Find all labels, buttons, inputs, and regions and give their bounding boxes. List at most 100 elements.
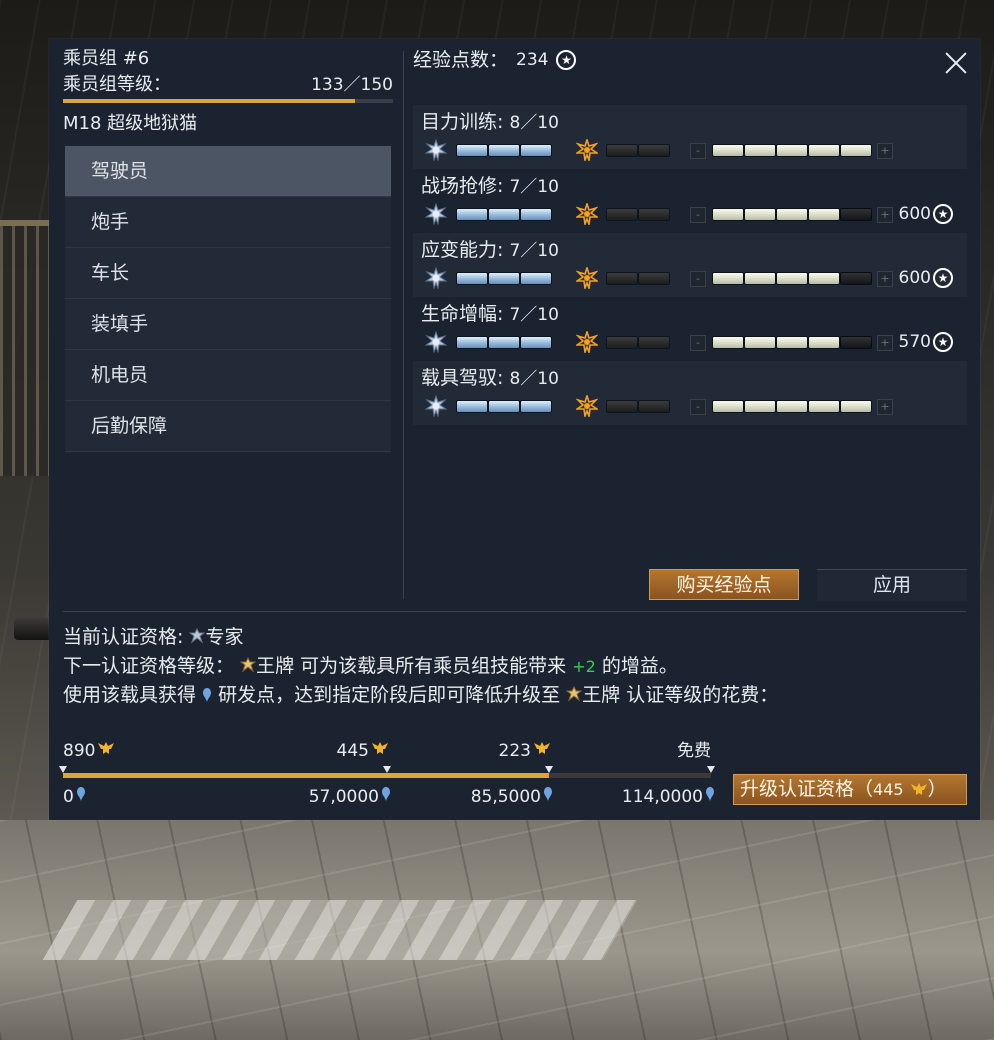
skill-level-segment[interactable] xyxy=(712,144,744,157)
eagle-icon xyxy=(371,739,389,763)
upgrade-progress-track: 890 445 223 免费 0 57,0000 85,5000 114,0000 xyxy=(59,739,723,819)
skill-row: 载具驾驭: 8／10- + xyxy=(413,361,967,425)
skill-level-segment[interactable] xyxy=(808,400,840,413)
ace-level-segment xyxy=(606,272,638,285)
decrease-button[interactable]: - xyxy=(690,271,706,287)
skill-bars: - + xyxy=(425,395,965,417)
apply-button[interactable]: 应用 xyxy=(817,569,967,601)
skill-level-segment[interactable] xyxy=(776,208,808,221)
increase-button[interactable]: + xyxy=(877,399,893,415)
skill-level-segment[interactable] xyxy=(776,144,808,157)
skill-row: 目力训练: 8／10 - + xyxy=(413,105,967,169)
skill-level-segment[interactable] xyxy=(776,400,808,413)
skill-level-segment[interactable] xyxy=(840,272,872,285)
increase-button[interactable]: + xyxy=(877,335,893,351)
milestone-cost: 免费 xyxy=(677,739,711,763)
expert-medal-icon xyxy=(189,628,206,644)
milestone-research-points: 114,0000 xyxy=(622,785,715,809)
base-level-segment xyxy=(456,336,488,349)
skill-level-segment[interactable] xyxy=(712,208,744,221)
skill-title: 载具驾驭: 8／10 xyxy=(421,367,559,389)
milestone-cost-value: 223 xyxy=(498,741,531,761)
milestone-rp-value: 114,0000 xyxy=(621,787,703,807)
skill-title: 战场抢修: 7／10 xyxy=(421,175,559,197)
role-tab[interactable]: 机电员 xyxy=(65,350,391,401)
star-coin-icon: ★ xyxy=(933,204,953,224)
milestone-marker xyxy=(59,766,67,773)
current-qualification-value: 专家 xyxy=(205,626,244,648)
role-tab[interactable]: 驾驶员 xyxy=(65,146,391,197)
research-point-icon xyxy=(543,785,553,809)
skill-level-segment[interactable] xyxy=(840,336,872,349)
role-tab[interactable]: 装填手 xyxy=(65,299,391,350)
skill-name: 应变能力 xyxy=(421,239,498,261)
skill-level-segment[interactable] xyxy=(744,144,776,157)
milestone-cost: 445 xyxy=(337,739,389,763)
upgrade-qualification-button[interactable]: 升级认证资格（445 ） xyxy=(733,774,967,805)
role-tab[interactable]: 车长 xyxy=(65,248,391,299)
decrease-button[interactable]: - xyxy=(690,399,706,415)
next-qualification-label: 下一认证资格等级： xyxy=(63,655,235,677)
skill-level-segment[interactable] xyxy=(712,272,744,285)
crew-level-label: 乘员组等级： xyxy=(63,74,171,95)
role-tab[interactable]: 后勤保障 xyxy=(65,401,391,452)
base-level-segment xyxy=(520,208,552,221)
skill-row: 应变能力: 7／10 - +600 ★ xyxy=(413,233,967,297)
decrease-button[interactable]: - xyxy=(690,207,706,223)
decrease-button[interactable]: - xyxy=(690,143,706,159)
skill-bonus: +2 xyxy=(572,657,596,676)
milestone-rp-value: 57,0000 xyxy=(308,787,379,807)
skill-level-segment[interactable] xyxy=(840,400,872,413)
skill-level: 7／10 xyxy=(509,177,559,197)
skill-title: 目力训练: 8／10 xyxy=(421,111,559,133)
base-level-segment xyxy=(520,336,552,349)
base-level-segment xyxy=(488,144,520,157)
star-coin-icon: ★ xyxy=(933,268,953,288)
research-info-suffix: 认证等级的花费： xyxy=(626,684,779,706)
role-tab[interactable]: 炮手 xyxy=(65,197,391,248)
skill-level-segment[interactable] xyxy=(712,400,744,413)
milestone-cost: 890 xyxy=(63,739,115,763)
skill-level-segment[interactable] xyxy=(712,336,744,349)
base-level-segment xyxy=(456,144,488,157)
research-info-middle: 研发点，达到指定阶段后即可降低升级至 xyxy=(218,684,561,706)
decrease-button[interactable]: - xyxy=(690,335,706,351)
xp-value: 234 xyxy=(516,50,549,70)
vertical-divider xyxy=(403,51,404,599)
skill-level-segment[interactable] xyxy=(808,272,840,285)
skill-level-segment[interactable] xyxy=(840,208,872,221)
milestone-research-points: 85,5000 xyxy=(471,785,553,809)
skill-level-segment[interactable] xyxy=(808,336,840,349)
skill-name: 载具驾驭 xyxy=(421,367,498,389)
role-list: 驾驶员 炮手 车长 装填手 机电员 后勤保障 xyxy=(65,146,391,452)
background-stripes xyxy=(42,900,638,960)
milestone-cost-value: 890 xyxy=(63,741,96,761)
current-qualification-label: 当前认证资格: xyxy=(63,626,184,648)
milestone-research-points: 57,0000 xyxy=(309,785,391,809)
crew-level-row: 乘员组等级： 133／150 xyxy=(63,73,393,97)
skill-level-segment[interactable] xyxy=(776,336,808,349)
vehicle-name: M18 超级地狱猫 xyxy=(63,113,198,134)
crew-window: 乘员组 #6 乘员组等级： 133／150 M18 超级地狱猫 驾驶员 炮手 车长装… xyxy=(49,39,980,820)
skill-level-segment[interactable] xyxy=(808,208,840,221)
skill-level-segment[interactable] xyxy=(744,400,776,413)
buy-xp-button[interactable]: 购买经验点 xyxy=(649,569,799,600)
skill-level-segment[interactable] xyxy=(776,272,808,285)
close-icon[interactable] xyxy=(944,51,968,75)
skill-level-segment[interactable] xyxy=(840,144,872,157)
increase-button[interactable]: + xyxy=(877,207,893,223)
increase-button[interactable]: + xyxy=(877,271,893,287)
progress-bar xyxy=(63,773,711,778)
skill-level-segment[interactable] xyxy=(808,144,840,157)
skill-list: 目力训练: 8／10- + 战场抢修: 7／10- +600 ★ 应变能力: 7／10- +… xyxy=(413,105,967,425)
increase-button[interactable]: + xyxy=(877,143,893,159)
skill-level-segment[interactable] xyxy=(744,336,776,349)
next-qualification-desc: 可为该载具所有乘员组技能带来 xyxy=(300,655,567,677)
skill-level-segment[interactable] xyxy=(744,272,776,285)
star-coin-icon: ★ xyxy=(556,50,577,70)
base-level-segment xyxy=(520,272,552,285)
skill-title: 应变能力: 7／10 xyxy=(421,239,559,261)
skill-cost-value: 600 xyxy=(898,268,931,288)
skill-title: 生命增幅: 7／10 xyxy=(421,303,559,325)
skill-level-segment[interactable] xyxy=(744,208,776,221)
